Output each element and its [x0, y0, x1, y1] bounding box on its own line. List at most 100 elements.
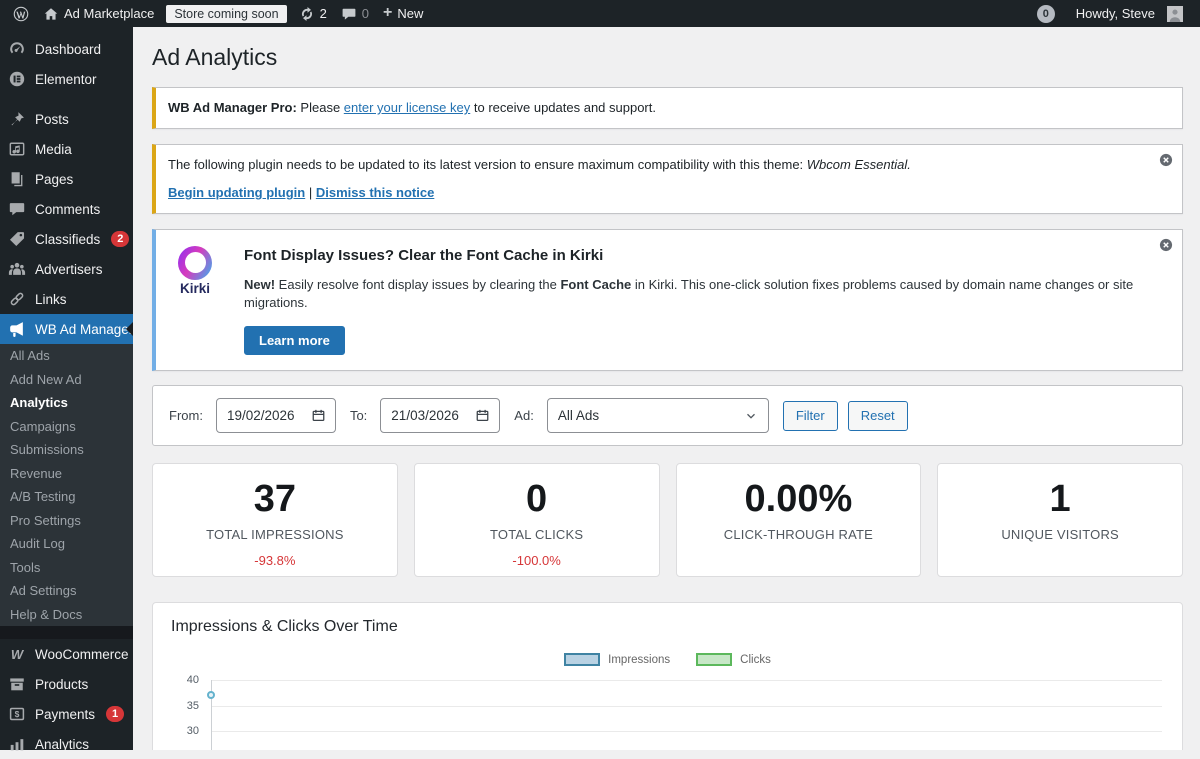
to-label: To: — [349, 408, 368, 424]
updates-menu[interactable]: 2 — [292, 0, 334, 27]
wb-ad-manager-submenu: All Ads Add New Ad Analytics Campaigns Submi… — [0, 344, 133, 626]
howdy-text: Howdy, Steve — [1075, 6, 1155, 21]
stat-card-total-clicks: 0 TOTAL CLICKS -100.0% — [413, 463, 660, 578]
submenu-item-revenue[interactable]: Revenue — [0, 462, 133, 486]
legend-label: Impressions — [608, 653, 671, 666]
comment-bubble-icon — [341, 6, 357, 22]
submenu-item-add-new-ad[interactable]: Add New Ad — [0, 368, 133, 392]
submenu-item-audit-log[interactable]: Audit Log — [0, 532, 133, 556]
woocommerce-icon: W — [10, 646, 24, 662]
submenu-item-campaigns[interactable]: Campaigns — [0, 415, 133, 439]
submenu-item-all-ads[interactable]: All Ads — [0, 344, 133, 368]
admin-bar-right: 0 Howdy, Steve — [1036, 0, 1190, 27]
sidebar-main-menu: Dashboard Elementor Posts Media Pages Comment… — [0, 34, 133, 344]
sidebar-item-label: WB Ad Manager — [35, 321, 134, 337]
count-badge: 2 — [111, 231, 130, 247]
filter-button[interactable]: Filter — [782, 400, 838, 431]
license-notice-text-post: to receive updates and support. — [470, 100, 656, 115]
dismiss-this-notice-link[interactable]: Dismiss this notice — [316, 185, 434, 200]
stat-value: 37 — [253, 478, 297, 521]
payments-icon: $ — [8, 705, 26, 723]
learn-more-button[interactable]: Learn more — [244, 326, 345, 356]
license-notice-text-pre: Please — [296, 100, 344, 115]
kirki-notice: Kirki Font Display Issues? Clear the Fon… — [152, 228, 1183, 372]
stat-card-unique-visitors: 1 UNIQUE VISITORS — [937, 463, 1183, 578]
submenu-item-analytics[interactable]: Analytics — [0, 391, 133, 415]
new-content-menu[interactable]: + New — [376, 0, 430, 27]
new-label: New — [397, 6, 424, 21]
kirki-notice-title: Font Display Issues? Clear the Font Cach… — [244, 246, 604, 264]
sidebar-item-products[interactable]: Products — [0, 669, 133, 699]
menu-separator — [0, 626, 133, 639]
sidebar-item-label: Products — [35, 676, 89, 692]
sidebar-item-woocommerce[interactable]: W WooCommerce — [0, 639, 133, 669]
enter-license-key-link[interactable]: enter your license key — [344, 100, 470, 115]
sidebar-item-posts[interactable]: Posts — [0, 104, 133, 134]
ad-select[interactable]: All Ads — [546, 398, 769, 434]
sidebar-item-label: Dashboard — [35, 41, 102, 57]
kirki-ring-icon — [178, 245, 212, 280]
elementor-icon — [8, 70, 26, 88]
comments-menu[interactable]: 0 — [334, 0, 376, 27]
submenu-item-submissions[interactable]: Submissions — [0, 438, 133, 462]
account-menu[interactable]: Howdy, Steve — [1069, 0, 1190, 27]
sidebar-item-label: Posts — [35, 111, 69, 127]
from-date-input[interactable]: 19/02/2026 — [215, 398, 336, 434]
wordpress-logo-menu[interactable] — [6, 0, 36, 27]
stat-delta: -100.0% — [512, 552, 561, 568]
kirki-font-cache-bold: Font Cache — [560, 276, 632, 292]
chart-card: Impressions & Clicks Over Time Impressio… — [152, 602, 1183, 750]
sidebar-item-comments[interactable]: Comments — [0, 194, 133, 224]
sidebar-item-elementor[interactable]: Elementor — [0, 64, 133, 94]
reset-button[interactable]: Reset — [847, 400, 908, 431]
begin-updating-plugin-link[interactable]: Begin updating plugin — [168, 185, 305, 200]
submenu-item-ad-settings[interactable]: Ad Settings — [0, 579, 133, 603]
sidebar-item-advertisers[interactable]: Advertisers — [0, 254, 133, 284]
active-menu-arrow-icon — [126, 322, 133, 336]
sidebar-item-classifieds[interactable]: Classifieds 2 — [0, 224, 133, 254]
y-axis-tick-label: 35 — [186, 699, 199, 712]
sidebar-item-label: Comments — [35, 201, 101, 217]
sidebar-item-payments[interactable]: $ Payments 1 — [0, 699, 133, 729]
sidebar-item-links[interactable]: Links — [0, 284, 133, 314]
legend-item-impressions[interactable]: Impressions — [564, 653, 671, 667]
submenu-item-a-b-testing[interactable]: A/B Testing — [0, 485, 133, 509]
kirki-logo-text: Kirki — [179, 280, 210, 296]
plugin-update-text: The following plugin needs to be updated… — [168, 156, 807, 172]
sidebar-bottom-menu: W WooCommerce Products $ Payments 1 Analytics — [0, 639, 133, 759]
sidebar-item-label: WooCommerce — [35, 646, 129, 662]
sidebar-item-pages[interactable]: Pages — [0, 164, 133, 194]
impressions-data-point[interactable] — [207, 691, 215, 700]
submenu-item-tools[interactable]: Tools — [0, 556, 133, 580]
sidebar-item-analytics[interactable]: Analytics — [0, 729, 133, 759]
sidebar-item-wb-ad-manager[interactable]: WB Ad Manager — [0, 314, 133, 344]
site-name-menu[interactable]: Ad Marketplace — [36, 0, 161, 27]
dismiss-kirki-notice-icon[interactable] — [1158, 237, 1174, 253]
line-chart: 4035302520 — [171, 671, 1164, 750]
svg-text:$: $ — [15, 709, 20, 719]
submenu-item-pro-settings[interactable]: Pro Settings — [0, 509, 133, 533]
calendar-icon[interactable] — [475, 408, 490, 423]
sidebar-item-dashboard[interactable]: Dashboard — [0, 34, 133, 64]
link-separator: | — [308, 185, 313, 200]
notification-count-badge[interactable]: 0 — [1036, 4, 1055, 23]
license-notice-bold: WB Ad Manager Pro: — [168, 100, 297, 115]
stats-row: 37 TOTAL IMPRESSIONS -93.8% 0 TOTAL CLICKS -1… — [152, 463, 1183, 578]
stat-value: 0 — [526, 478, 548, 521]
legend-item-clicks[interactable]: Clicks — [696, 653, 771, 667]
theme-name: Wbcom Essential. — [806, 156, 911, 172]
stat-value: 1 — [1049, 478, 1071, 521]
site-name: Ad Marketplace — [64, 6, 155, 21]
submenu-item-help-docs[interactable]: Help & Docs — [0, 603, 133, 627]
ad-select-value: All Ads — [557, 408, 600, 424]
to-date-input[interactable]: 21/03/2026 — [380, 398, 501, 434]
coming-soon-badge[interactable]: Store coming soon — [166, 4, 287, 23]
sidebar-item-media[interactable]: Media — [0, 134, 133, 164]
stat-delta: -93.8% — [254, 552, 296, 568]
tag-icon — [8, 230, 26, 248]
calendar-icon[interactable] — [311, 408, 326, 423]
page-title: Ad Analytics — [152, 44, 278, 70]
dismiss-notice-icon[interactable] — [1158, 152, 1174, 168]
updates-count: 2 — [319, 6, 327, 21]
comments-count: 0 — [361, 6, 370, 21]
